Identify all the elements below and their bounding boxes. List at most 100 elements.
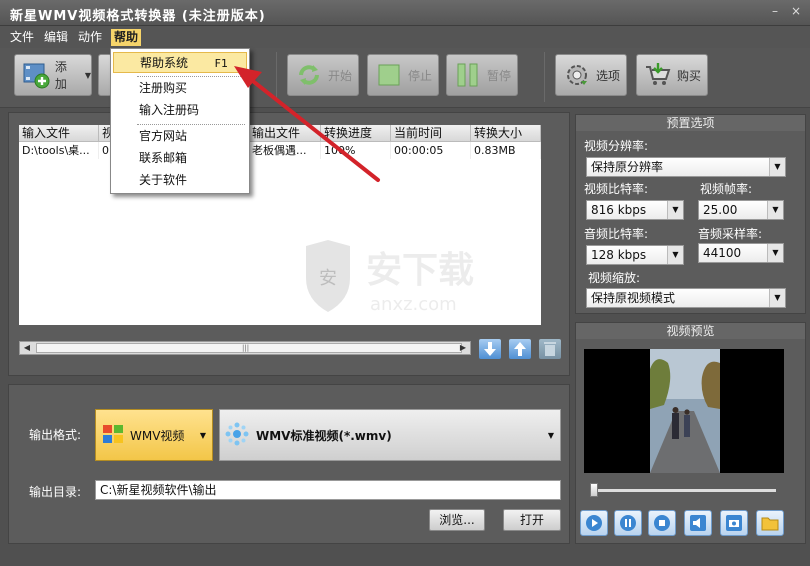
menu-bar: 文件 编辑 动作 帮助 — [0, 26, 810, 48]
minimize-icon[interactable]: – — [768, 4, 782, 18]
menu-edit[interactable]: 编辑 — [41, 29, 71, 46]
menu-item-website[interactable]: 官方网站 — [113, 126, 247, 147]
close-icon[interactable]: × — [789, 4, 803, 18]
framerate-select[interactable]: 25.00 ▼ — [698, 200, 784, 220]
app-window: 新星WMV视频格式转换器 (未注册版本) – × 文件 编辑 动作 帮助 添加 … — [0, 0, 810, 566]
windows-logo-icon — [102, 423, 124, 448]
stop-preview-button[interactable] — [648, 510, 676, 536]
title-bar: 新星WMV视频格式转换器 (未注册版本) – × — [0, 0, 810, 26]
preview-panel-title: 视频预览 — [576, 323, 805, 339]
volume-button[interactable] — [684, 510, 712, 536]
scroll-left-icon[interactable]: ◀ — [20, 342, 34, 354]
stop-icon — [374, 60, 404, 90]
chevron-down-icon: ▼ — [667, 201, 683, 219]
chevron-down-icon: ▼ — [199, 430, 206, 440]
browse-button[interactable]: 浏览... — [429, 509, 485, 531]
move-up-button[interactable] — [509, 339, 531, 359]
buy-button-label: 购买 — [677, 68, 702, 83]
add-video-icon — [21, 60, 51, 90]
stop-button[interactable]: 停止 — [367, 54, 439, 96]
chevron-down-icon: ▼ — [769, 289, 785, 307]
arrow-up-icon — [514, 342, 526, 356]
add-button[interactable]: 添加 ▼ — [14, 54, 92, 96]
column-header[interactable]: 转换进度 — [321, 125, 391, 141]
refresh-icon — [294, 60, 324, 90]
pause-button[interactable]: 暂停 — [446, 54, 518, 96]
menu-item-label: 帮助系统 — [140, 56, 189, 70]
pause-icon — [620, 515, 636, 531]
chevron-down-icon: ▼ — [767, 201, 783, 219]
profile-select[interactable]: WMV标准视频(*.wmv) ▼ — [219, 409, 561, 461]
menu-item-label: 关于软件 — [139, 173, 188, 187]
toolbar-divider — [544, 52, 545, 102]
chevron-down-icon: ▼ — [667, 246, 683, 264]
menu-item-label: 输入注册码 — [139, 103, 200, 117]
column-header[interactable]: 输入文件 — [19, 125, 99, 141]
output-dir-label: 输出目录: — [29, 485, 82, 499]
add-button-label: 添加 — [54, 60, 67, 91]
menu-shortcut: F1 — [214, 57, 228, 70]
menu-item-about[interactable]: 关于软件 — [113, 170, 247, 191]
audio-bitrate-label: 音频比特率: — [584, 227, 649, 241]
video-bitrate-select[interactable]: 816 kbps ▼ — [586, 200, 684, 220]
menu-item-enter-code[interactable]: 输入注册码 — [113, 100, 247, 121]
video-thumbnail — [584, 349, 784, 473]
arrow-down-icon — [484, 342, 496, 356]
table-row[interactable]: D:\tools\桌... 0 老板偶遇... 100% 00:00:05 0.… — [19, 142, 541, 159]
pause-preview-button[interactable] — [614, 510, 642, 536]
seek-slider[interactable] — [590, 483, 598, 497]
file-table: 输入文件 视 输出文件 转换进度 当前时间 转换大小 D:\tools\桌...… — [19, 125, 541, 325]
buy-button[interactable]: 购买 — [636, 54, 708, 96]
preset-panel-title: 预置选项 — [576, 115, 805, 131]
video-frame — [584, 349, 784, 473]
menu-item-contact-email[interactable]: 联系邮箱 — [113, 148, 247, 169]
menu-help[interactable]: 帮助 — [111, 29, 142, 46]
samplerate-label: 音频采样率: — [698, 227, 763, 241]
open-folder-button[interactable] — [756, 510, 784, 536]
menu-item-label: 官方网站 — [139, 129, 188, 143]
speaker-icon — [690, 515, 706, 531]
open-button[interactable]: 打开 — [503, 509, 561, 531]
preset-options-panel: 预置选项 视频分辨率: 保持原分辨率 ▼ 视频比特率: 视频帧率: 816 kbp… — [575, 114, 806, 314]
audio-bitrate-value: 128 kbps — [591, 248, 647, 262]
play-button[interactable] — [580, 510, 608, 536]
scale-label: 视频缩放: — [588, 271, 641, 285]
column-header[interactable]: 输出文件 — [249, 125, 321, 141]
horizontal-scrollbar[interactable]: ◀ ||| ▶ — [19, 341, 471, 355]
seek-track[interactable] — [592, 489, 776, 492]
output-panel: 输出格式: WMV视频 ▼ WMV标准视频(*.wmv) ▼ 输出目录: C:\… — [8, 384, 570, 544]
samplerate-select[interactable]: 44100 ▼ — [698, 243, 784, 263]
scrollbar-thumb[interactable]: ||| — [36, 343, 462, 353]
scale-select[interactable]: 保持原视频模式 ▼ — [586, 288, 786, 308]
scroll-right-icon[interactable]: ▶ — [456, 342, 470, 354]
toolbar-divider — [276, 52, 277, 102]
output-format-label: 输出格式: — [29, 428, 82, 442]
snowflake-icon — [224, 421, 250, 450]
camera-icon — [726, 515, 742, 531]
menu-item-label: 联系邮箱 — [139, 151, 188, 165]
chevron-down-icon: ▼ — [84, 70, 91, 80]
column-header[interactable]: 当前时间 — [391, 125, 471, 141]
options-button[interactable]: 选项 — [555, 54, 627, 96]
snapshot-button[interactable] — [720, 510, 748, 536]
move-down-button[interactable] — [479, 339, 501, 359]
menu-item-register-buy[interactable]: 注册购买 — [113, 78, 247, 99]
options-button-label: 选项 — [596, 68, 621, 83]
menu-item-help-system[interactable]: 帮助系统 F1 — [113, 52, 247, 73]
format-select[interactable]: WMV视频 ▼ — [95, 409, 213, 461]
resolution-select[interactable]: 保持原分辨率 ▼ — [586, 157, 786, 177]
start-button[interactable]: 开始 — [287, 54, 359, 96]
delete-button[interactable] — [539, 339, 561, 359]
play-icon — [586, 515, 602, 531]
menu-file[interactable]: 文件 — [7, 29, 37, 46]
menu-action[interactable]: 动作 — [75, 29, 105, 46]
chevron-down-icon: ▼ — [767, 244, 783, 262]
start-button-label: 开始 — [328, 68, 353, 83]
stop-button-label: 停止 — [408, 68, 433, 83]
table-header: 输入文件 视 输出文件 转换进度 当前时间 转换大小 — [19, 125, 541, 142]
trash-icon — [544, 342, 556, 356]
gear-icon — [562, 60, 592, 90]
output-dir-field[interactable]: C:\新星视频软件\输出 — [95, 480, 561, 500]
audio-bitrate-select[interactable]: 128 kbps ▼ — [586, 245, 684, 265]
column-header[interactable]: 转换大小 — [471, 125, 541, 141]
